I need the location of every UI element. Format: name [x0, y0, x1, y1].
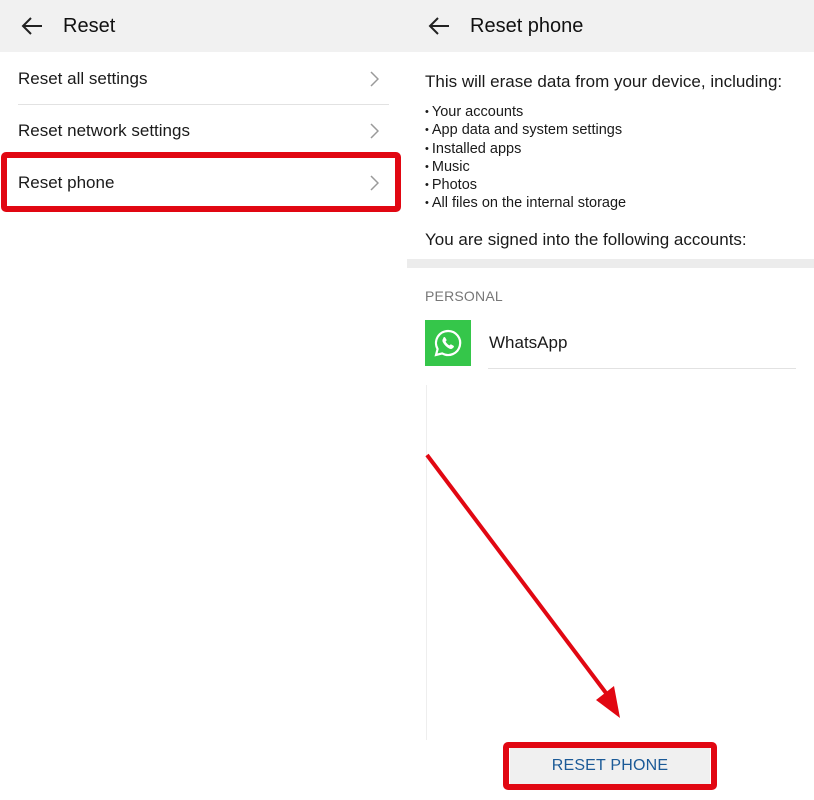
erase-items-list: Your accounts App data and system settin… [425, 104, 626, 214]
page-title: Reset phone [470, 14, 584, 37]
reset-network-settings-item[interactable]: Reset network settings [0, 105, 400, 157]
top-app-bar: Reset phone [407, 0, 814, 52]
back-arrow-icon[interactable] [425, 12, 453, 40]
list-item-label: Reset all settings [18, 69, 148, 88]
erase-warning-text: This will erase data from your device, i… [425, 72, 783, 91]
erase-item: App data and system settings [425, 122, 626, 140]
account-item-whatsapp[interactable]: WhatsApp [425, 318, 797, 368]
reset-all-settings-item[interactable]: Reset all settings [0, 53, 400, 105]
erase-item: Photos [425, 177, 626, 195]
erase-item: Installed apps [425, 141, 626, 159]
page-title: Reset [63, 14, 116, 37]
account-divider [488, 368, 796, 369]
reset-phone-item[interactable]: Reset phone [0, 157, 400, 209]
reset-phone-button[interactable]: RESET PHONE [510, 748, 710, 784]
section-separator [407, 259, 814, 268]
list-item-label: Reset phone [18, 173, 115, 192]
back-arrow-icon[interactable] [18, 12, 46, 40]
reset-phone-screen: Reset phone This will erase data from yo… [407, 0, 814, 800]
chevron-right-icon [364, 71, 384, 87]
signed-in-accounts-text: You are signed into the following accoun… [425, 230, 747, 249]
top-app-bar: Reset [0, 0, 407, 52]
erase-item: Your accounts [425, 104, 626, 122]
account-name: WhatsApp [489, 333, 568, 352]
personal-section-header: PERSONAL [425, 288, 503, 304]
reset-settings-screen: Reset Reset all settings Reset network s… [0, 0, 407, 800]
faded-placeholder-line [426, 385, 427, 740]
whatsapp-icon [425, 320, 471, 366]
chevron-right-icon [364, 175, 384, 191]
erase-item: Music [425, 159, 626, 177]
chevron-right-icon [364, 123, 384, 139]
erase-item: All files on the internal storage [425, 195, 626, 213]
list-item-label: Reset network settings [18, 121, 190, 140]
